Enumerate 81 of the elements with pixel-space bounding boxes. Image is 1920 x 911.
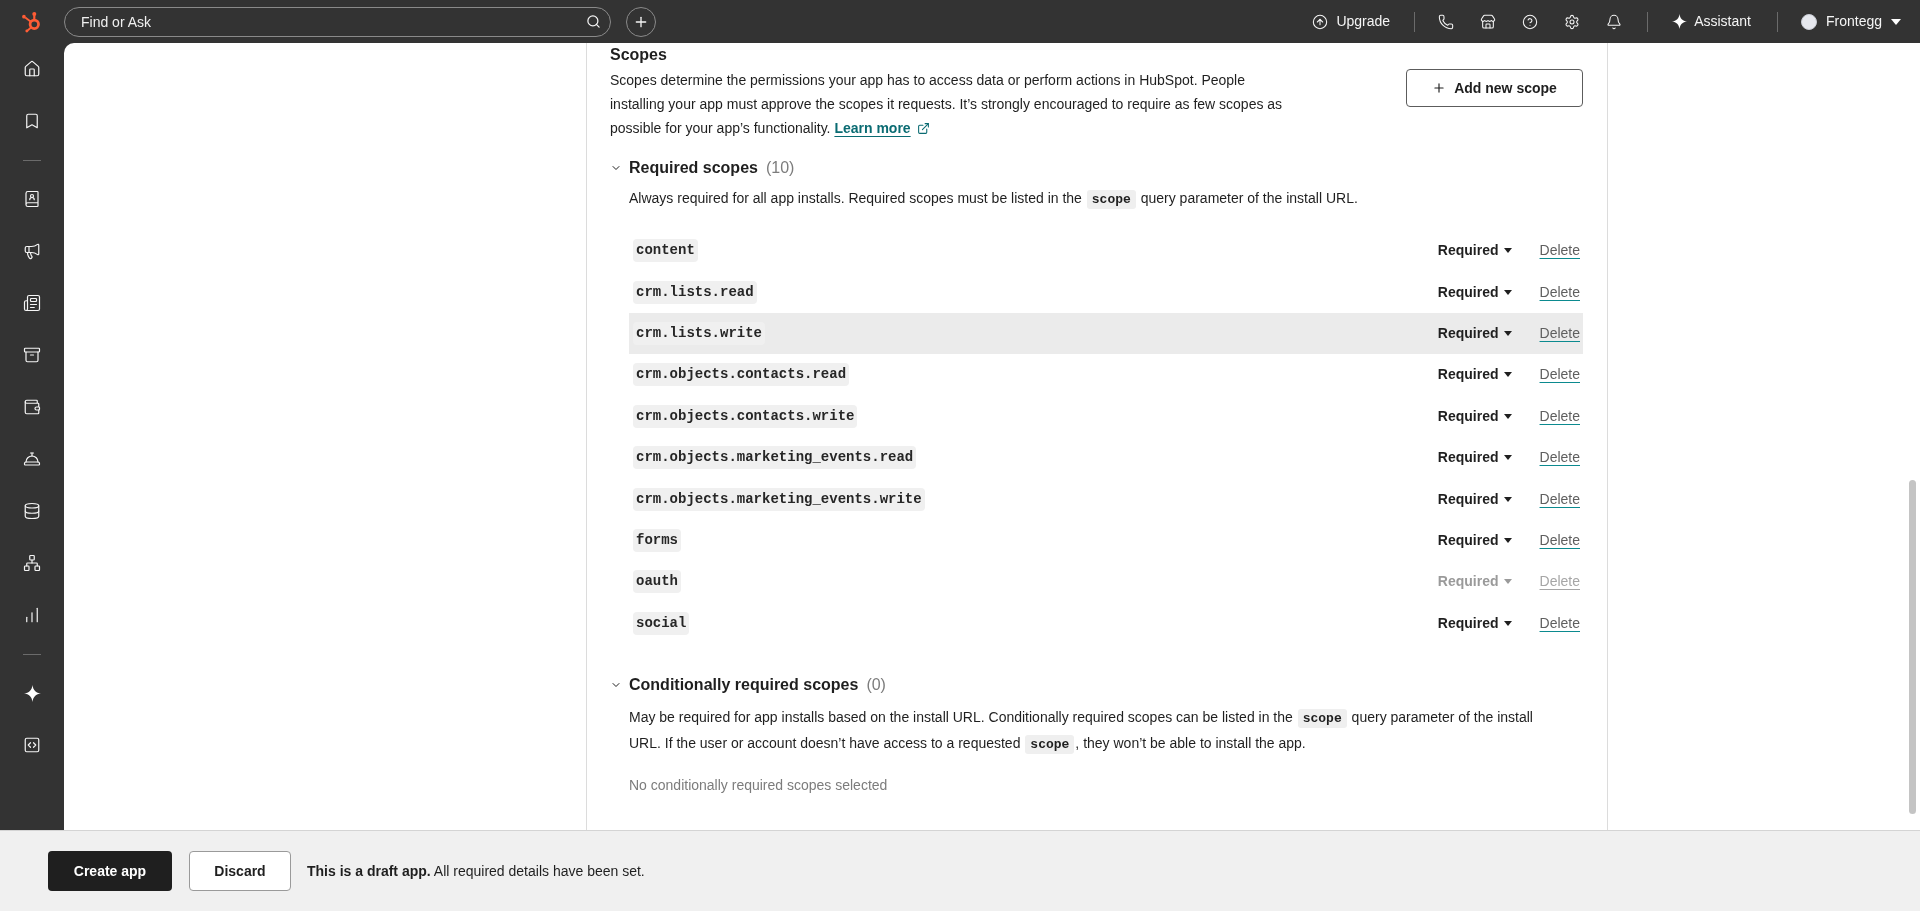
- requirement-dropdown[interactable]: Required: [1437, 322, 1512, 344]
- logo-icon[interactable]: [21, 10, 43, 33]
- requirement-dropdown[interactable]: Required: [1437, 488, 1512, 510]
- assistant-button[interactable]: Assistant: [1672, 11, 1751, 32]
- requirement-dropdown[interactable]: Required: [1437, 240, 1512, 262]
- contact-book-icon[interactable]: [23, 190, 41, 208]
- delete-link[interactable]: Delete: [1539, 364, 1580, 386]
- caret-down-icon: [1503, 537, 1512, 543]
- section-toggle[interactable]: Required scopes (10): [610, 156, 795, 180]
- wallet-icon[interactable]: [23, 398, 41, 416]
- scope-name: crm.objects.contacts.write: [633, 404, 858, 428]
- caret-down-icon: [1503, 496, 1512, 502]
- sparkle-icon[interactable]: [23, 684, 41, 702]
- phone-icon[interactable]: [1438, 13, 1455, 30]
- store-icon[interactable]: [1480, 13, 1497, 30]
- caret-down-icon: [1503, 620, 1512, 626]
- delete-link[interactable]: Delete: [1539, 529, 1580, 551]
- caret-down-icon: [1503, 413, 1512, 419]
- delete-link[interactable]: Delete: [1539, 240, 1580, 262]
- section-toggle[interactable]: Conditionally required scopes (0): [610, 672, 886, 697]
- scope-name: crm.objects.contacts.read: [633, 363, 850, 387]
- delete-link[interactable]: Delete: [1539, 447, 1580, 469]
- requirement-dropdown[interactable]: Required: [1437, 447, 1512, 469]
- scope-name: crm.lists.write: [633, 321, 766, 345]
- account-menu[interactable]: Frontegg: [1800, 11, 1901, 32]
- caret-down-icon: [1503, 330, 1512, 336]
- requirement-dropdown[interactable]: Required: [1437, 405, 1512, 427]
- bell-icon[interactable]: [1606, 13, 1623, 30]
- plus-icon: [1432, 81, 1447, 95]
- scope-name: crm.lists.read: [633, 280, 757, 304]
- external-link-icon: [916, 121, 930, 135]
- draft-status-text: This is a draft app. All required details have been set.: [307, 861, 645, 881]
- search-icon[interactable]: [586, 13, 601, 29]
- requirement-dropdown[interactable]: Required: [1437, 529, 1512, 551]
- caret-down-icon: [1891, 18, 1901, 25]
- caret-down-icon: [1503, 455, 1512, 461]
- megaphone-icon[interactable]: [23, 242, 41, 260]
- help-icon[interactable]: [1522, 13, 1539, 30]
- archive-box-icon[interactable]: [23, 346, 41, 364]
- create-app-button[interactable]: Create app: [48, 851, 172, 891]
- requirement-dropdown[interactable]: Required: [1437, 612, 1512, 634]
- newspaper-icon[interactable]: [23, 294, 41, 312]
- scrollbar-thumb[interactable]: [1909, 480, 1916, 814]
- bar-chart-icon[interactable]: [23, 606, 41, 624]
- home-icon[interactable]: [23, 60, 41, 78]
- caret-down-icon: [1503, 248, 1512, 254]
- bookmark-icon[interactable]: [23, 112, 41, 130]
- learn-more-link[interactable]: Learn more: [834, 116, 930, 140]
- scope-name: content: [633, 239, 698, 263]
- requirement-dropdown[interactable]: Required: [1437, 364, 1512, 386]
- scopes-heading: Scopes: [610, 45, 668, 65]
- sparkle-icon: [1672, 14, 1688, 29]
- scope-name: crm.objects.marketing_events.read: [633, 446, 917, 470]
- caret-down-icon: [1503, 579, 1512, 585]
- service-bell-icon[interactable]: [23, 450, 41, 468]
- upgrade-button[interactable]: Upgrade: [1312, 11, 1391, 32]
- discard-button[interactable]: Discard: [189, 851, 291, 891]
- requirement-dropdown[interactable]: Required: [1437, 281, 1512, 303]
- scope-name: social: [633, 611, 690, 635]
- delete-link[interactable]: Delete: [1539, 322, 1580, 344]
- scope-name: oauth: [633, 570, 681, 594]
- add-scope-button[interactable]: Add new scope: [1406, 69, 1583, 107]
- delete-link[interactable]: Delete: [1539, 281, 1580, 303]
- caret-down-icon: [1503, 289, 1512, 295]
- required-scopes-description: Always required for all app installs. Required scopes must be listed in the scope query parameter of the install URL.: [629, 189, 1359, 211]
- delete-link[interactable]: Delete: [1539, 612, 1580, 634]
- avatar-icon: [1800, 13, 1817, 30]
- delete-link[interactable]: Delete: [1539, 405, 1580, 427]
- search-field[interactable]: Find or Ask: [64, 6, 611, 37]
- arrow-up-circle-icon: [1312, 13, 1329, 30]
- caret-down-icon: [1503, 372, 1512, 378]
- scope-name: forms: [633, 528, 681, 552]
- scope-name: crm.objects.marketing_events.write: [633, 487, 925, 511]
- code-icon[interactable]: [23, 736, 41, 754]
- scopes-description: Scopes determine the permissions your app has to access data or perform actions in HubSpot. People installing your app must approve the scopes it requests. It’s strongly encouraged to require as few scopes as possible for your app’s functionality. Learn more: [610, 68, 1292, 140]
- conditional-scopes-description: May be required for app installs based on the install URL. Conditionally required scopes can be listed in the scope query parameter of the install URL. If the user or account doesn’t have access to a requested scope , they won’t be able to install the app.: [629, 707, 1534, 757]
- empty-state-text: No conditionally required scopes selected: [629, 775, 888, 795]
- settings-icon[interactable]: [1564, 13, 1581, 30]
- delete-link[interactable]: Delete: [1539, 488, 1580, 510]
- database-icon[interactable]: [23, 502, 41, 520]
- network-icon[interactable]: [23, 554, 41, 572]
